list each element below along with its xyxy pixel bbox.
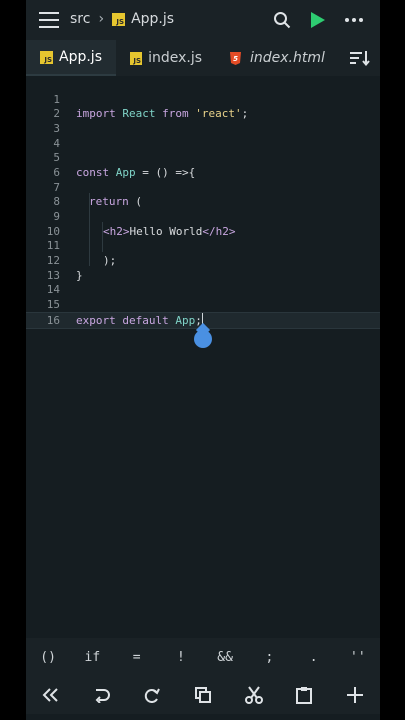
keyword-export: export — [76, 314, 116, 327]
identifier-app: App — [175, 314, 196, 327]
bottom-toolbar — [26, 676, 380, 714]
code-line: 10 <h2>Hello World</h2> — [26, 224, 380, 239]
identifier-app: App — [115, 166, 136, 179]
chevron-right-icon: › — [98, 11, 105, 27]
arrow-function: = () =>{ — [135, 166, 196, 179]
code-line: 4 — [26, 136, 380, 151]
line-number: 11 — [46, 239, 60, 252]
line-number: 7 — [53, 181, 60, 194]
jsx-close-tag: </h2> — [202, 225, 236, 238]
code-line: 13} — [26, 268, 380, 283]
code-line: 7 — [26, 180, 380, 195]
line-number: 2 — [53, 107, 60, 120]
symbol-semicolon[interactable]: ; — [248, 650, 290, 665]
redo-icon[interactable] — [132, 680, 172, 710]
sort-tabs-icon[interactable] — [340, 40, 380, 76]
cut-icon[interactable] — [234, 680, 274, 710]
symbol-not[interactable]: ! — [160, 650, 202, 665]
tab-label: index.js — [148, 50, 202, 66]
line-number: 9 — [53, 210, 60, 223]
more-options-icon[interactable] — [344, 10, 364, 30]
line-number: 3 — [53, 122, 60, 135]
line-number: 14 — [46, 283, 60, 296]
tab-label: App.js — [59, 49, 102, 65]
search-icon[interactable] — [272, 10, 292, 30]
code-line: 15 — [26, 297, 380, 312]
line-number: 15 — [46, 298, 60, 311]
code-area[interactable]: 1 2 import React from 'react'; 3 4 5 6 con… — [26, 76, 380, 636]
code-line: 11 — [26, 238, 380, 253]
html5-file-icon: 5 — [230, 51, 241, 65]
line-number: 1 — [53, 93, 60, 106]
close-brace: } — [76, 269, 83, 282]
run-play-icon[interactable] — [308, 10, 328, 30]
hamburger-menu-icon[interactable] — [38, 10, 60, 30]
code-line: 9 — [26, 209, 380, 224]
line-number: 8 — [53, 195, 60, 208]
symbol-and[interactable]: && — [204, 650, 246, 665]
file-tabs: JS App.js JS index.js 5 index.html — [26, 40, 380, 76]
symbol-parens[interactable]: () — [27, 650, 69, 665]
tab-index-js[interactable]: JS index.js — [116, 40, 216, 76]
tab-app-js[interactable]: JS App.js — [26, 40, 116, 76]
plus-icon[interactable] — [335, 680, 375, 710]
keyword-from: from — [162, 107, 189, 120]
breadcrumb: src › JS App.js — [70, 11, 174, 27]
symbol-if[interactable]: if — [71, 650, 113, 665]
line-number: 6 — [53, 166, 60, 179]
jsx-text: Hello World — [129, 225, 203, 238]
keyword-return: return — [89, 195, 129, 208]
code-line: 2 import React from 'react'; — [26, 106, 380, 121]
line-number: 4 — [53, 137, 60, 150]
symbol-quotes[interactable]: '' — [337, 650, 379, 665]
close-paren: ); — [103, 254, 117, 267]
double-chevron-left-icon[interactable] — [31, 680, 71, 710]
code-line: 6 const App = () =>{ — [26, 165, 380, 180]
symbol-bar: () if = ! && ; . '' — [26, 638, 380, 676]
js-file-icon: JS — [112, 12, 126, 26]
line-number: 10 — [46, 225, 60, 238]
code-line: 3 — [26, 121, 380, 136]
code-line: 8 return ( — [26, 194, 380, 209]
jsx-open-tag: <h2> — [103, 225, 130, 238]
code-line: 12); — [26, 253, 380, 268]
keyword-default: default — [122, 314, 169, 327]
line-number: 5 — [53, 151, 60, 164]
tab-label: index.html — [250, 50, 325, 66]
js-file-icon: JS — [130, 51, 143, 65]
semicolon: ; — [241, 107, 249, 120]
cursor-handle[interactable] — [194, 330, 212, 348]
identifier-react: React — [122, 107, 156, 120]
breadcrumb-file[interactable]: App.js — [131, 11, 174, 27]
symbol-equals[interactable]: = — [116, 650, 158, 665]
code-line: 14 — [26, 282, 380, 297]
open-paren: ( — [128, 195, 142, 208]
code-line: 1 — [26, 92, 380, 107]
code-editor-app: src › JS App.js JS App.js JS index.js 5 — [26, 0, 380, 720]
line-number: 13 — [46, 269, 60, 282]
code-line: 5 — [26, 150, 380, 165]
line-number: 12 — [46, 254, 60, 267]
js-file-icon: JS — [40, 50, 53, 64]
symbol-dot[interactable]: . — [293, 650, 335, 665]
keyword-import: import — [76, 107, 116, 120]
line-number: 16 — [46, 314, 60, 327]
string-react: 'react' — [195, 107, 242, 120]
top-bar: src › JS App.js — [26, 0, 380, 40]
copy-icon[interactable] — [183, 680, 223, 710]
paste-icon[interactable] — [284, 680, 324, 710]
tab-index-html[interactable]: 5 index.html — [216, 40, 340, 76]
keyword-const: const — [76, 166, 110, 179]
undo-icon[interactable] — [82, 680, 122, 710]
breadcrumb-folder[interactable]: src — [70, 11, 90, 27]
html5-badge-text: 5 — [233, 55, 238, 63]
